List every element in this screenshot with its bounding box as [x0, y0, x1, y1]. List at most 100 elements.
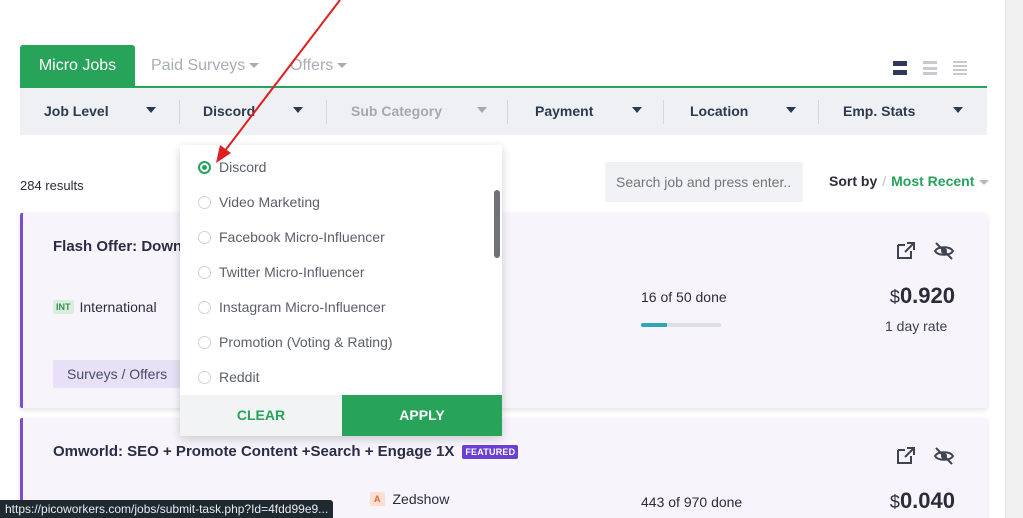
clear-button[interactable]: CLEAR: [180, 395, 342, 436]
filter-category-label: Discord: [203, 103, 256, 119]
of-word: of: [660, 289, 673, 305]
status-bar-url: https://picoworkers.com/jobs/submit-task…: [0, 500, 334, 518]
apply-button[interactable]: APPLY: [342, 395, 502, 436]
filter-bar: Job Level Discord Sub Category Payment L…: [20, 88, 987, 135]
filter-divider: [507, 100, 508, 124]
caret-down-icon: [786, 107, 796, 113]
option-twitter-micro-influencer[interactable]: Twitter Micro-Influencer: [198, 261, 364, 283]
radio-icon[interactable]: [198, 300, 211, 314]
job-actions: [895, 241, 955, 261]
option-label: Facebook Micro-Influencer: [219, 229, 385, 245]
view-toggle: [893, 61, 967, 75]
filter-divider: [818, 100, 819, 124]
currency-symbol: $: [889, 287, 900, 307]
filter-location-label: Location: [690, 103, 749, 119]
filter-divider: [179, 100, 180, 124]
option-reddit[interactable]: Reddit: [198, 366, 259, 388]
grid-view-icon[interactable]: [893, 61, 907, 75]
option-label: Reddit: [219, 369, 260, 385]
caret-down-icon: [146, 107, 156, 113]
open-external-icon[interactable]: [895, 446, 917, 466]
radio-icon[interactable]: [198, 265, 211, 279]
filter-emp-stats-label: Emp. Stats: [843, 103, 916, 119]
open-external-icon[interactable]: [895, 241, 917, 261]
dense-list-view-icon[interactable]: [953, 61, 967, 75]
option-label: Twitter Micro-Influencer: [219, 264, 365, 280]
filter-job-level-label: Job Level: [44, 103, 109, 119]
job-price: $0.040: [890, 488, 955, 514]
job-title[interactable]: Omworld: SEO + Promote Content +Search +…: [53, 443, 519, 460]
option-label: Video Marketing: [219, 194, 320, 210]
filter-location[interactable]: Location: [690, 88, 820, 135]
filter-divider: [663, 100, 664, 124]
option-discord[interactable]: Discord: [198, 156, 266, 178]
location-text: International: [79, 299, 157, 315]
sort-label: Sort by: [829, 173, 878, 189]
category-chip: Surveys / Offers: [53, 360, 182, 388]
job-card[interactable]: Flash Offer: Downl INT International Sur…: [20, 213, 987, 408]
caret-down-icon: [953, 107, 963, 113]
hide-eye-icon[interactable]: [933, 446, 955, 466]
done-word: done: [711, 494, 743, 510]
employer-badge: A: [370, 492, 385, 506]
filter-divider: [326, 100, 327, 124]
search-input[interactable]: [605, 162, 803, 202]
filter-payment[interactable]: Payment: [535, 88, 665, 135]
page-scrollbar[interactable]: [1005, 0, 1023, 518]
filter-sub-category: Sub Category: [351, 88, 501, 135]
tab-paid-surveys[interactable]: Paid Surveys: [151, 45, 260, 86]
of-word: of: [668, 494, 680, 510]
option-instagram-micro-influencer[interactable]: Instagram Micro-Influencer: [198, 296, 386, 318]
employer[interactable]: A Zedshow: [370, 491, 449, 507]
filter-category[interactable]: Discord: [203, 88, 333, 135]
filter-emp-stats[interactable]: Emp. Stats: [843, 88, 973, 135]
sort-control[interactable]: Sort by / Most Recent: [829, 173, 990, 189]
dropdown-scrollbar[interactable]: [494, 190, 500, 258]
hide-eye-icon[interactable]: [933, 241, 955, 261]
list-view-icon[interactable]: [923, 61, 937, 75]
option-label: Instagram Micro-Influencer: [219, 299, 386, 315]
tab-offers[interactable]: Offers: [290, 45, 348, 86]
progress-bar: [641, 323, 721, 327]
option-promotion-voting-rating[interactable]: Promotion (Voting & Rating): [198, 331, 393, 353]
tab-paid-surveys-label: Paid Surveys: [151, 57, 246, 74]
price-amount: 0.920: [899, 283, 955, 308]
location-badge: INT: [53, 300, 74, 314]
rate-text: 1 day rate: [885, 318, 948, 334]
option-label: Discord: [219, 159, 267, 175]
job-price: $0.920: [890, 283, 955, 309]
caret-down-icon: [632, 107, 642, 113]
job-title[interactable]: Flash Offer: Downl: [53, 238, 186, 255]
radio-icon[interactable]: [198, 335, 211, 349]
chevron-down-icon: [249, 63, 260, 69]
caret-down-icon: [293, 107, 303, 113]
progress-fill: [641, 323, 667, 327]
caret-down-icon: [477, 107, 487, 113]
category-dropdown: Discord Video Marketing Facebook Micro-I…: [180, 145, 502, 436]
job-actions: [895, 446, 955, 466]
job-type-tabs: Micro Jobs Paid Surveys Offers: [20, 45, 987, 88]
sort-value: Most Recent: [891, 173, 975, 189]
radio-icon[interactable]: [198, 230, 211, 244]
featured-badge: FEATURED: [462, 445, 519, 460]
results-count: 284 results: [20, 178, 84, 193]
done-count: 443: [641, 494, 665, 510]
radio-icon[interactable]: [198, 195, 211, 209]
currency-symbol: $: [889, 492, 900, 512]
chevron-down-icon: [337, 63, 348, 69]
sort-separator: /: [882, 173, 887, 189]
radio-checked-icon[interactable]: [198, 160, 211, 174]
progress-text: 16 of 50 done: [641, 289, 727, 305]
tab-micro-jobs[interactable]: Micro Jobs: [20, 45, 135, 86]
filter-sub-category-label: Sub Category: [351, 103, 443, 119]
option-video-marketing[interactable]: Video Marketing: [198, 191, 320, 213]
radio-icon[interactable]: [198, 370, 211, 384]
option-label: Promotion (Voting & Rating): [219, 334, 393, 350]
progress-text: 443 of 970 done: [641, 494, 742, 510]
option-facebook-micro-influencer[interactable]: Facebook Micro-Influencer: [198, 226, 385, 248]
tab-offers-label: Offers: [290, 57, 334, 74]
job-location: INT International: [53, 299, 157, 315]
category-options[interactable]: Discord Video Marketing Facebook Micro-I…: [180, 145, 490, 395]
total-count: 50: [676, 289, 692, 305]
filter-job-level[interactable]: Job Level: [44, 88, 184, 135]
